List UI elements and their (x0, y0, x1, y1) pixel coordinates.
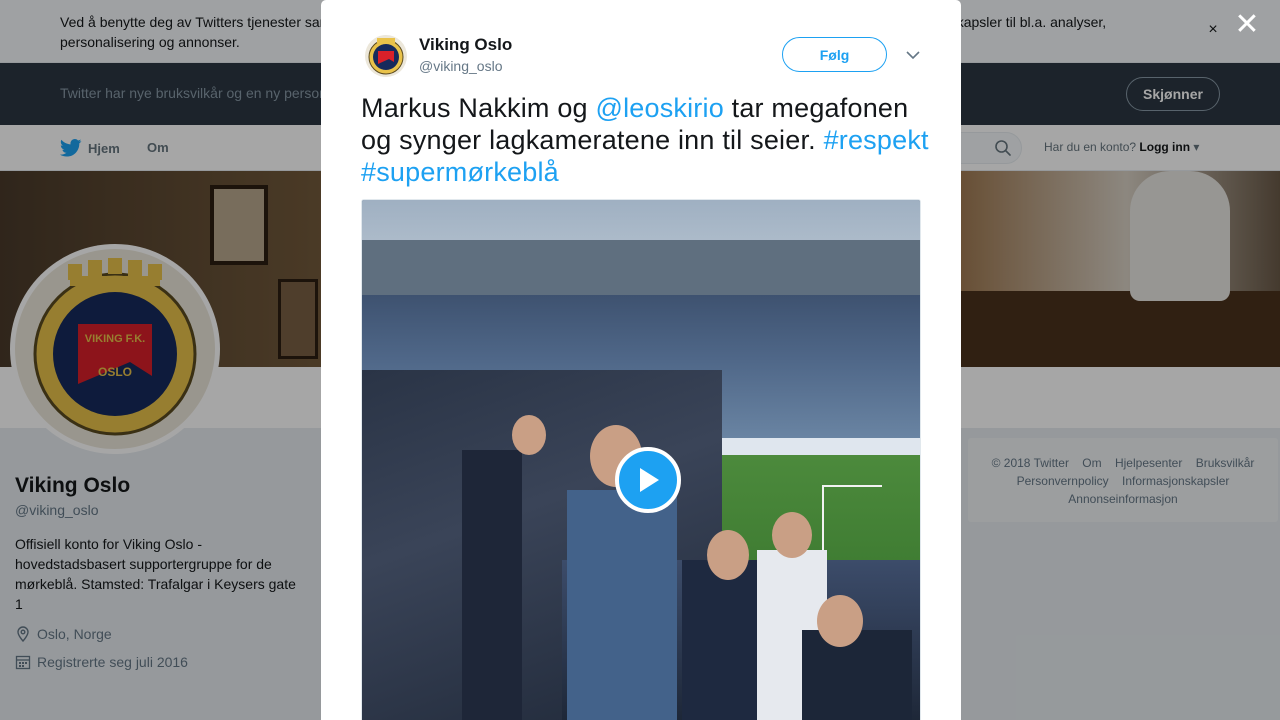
tweet-author-avatar[interactable] (365, 35, 407, 77)
play-icon (640, 468, 659, 492)
video-fan (802, 630, 912, 720)
club-logo-icon (368, 38, 404, 75)
tweet-text-part1: Markus Nakkim og (361, 93, 596, 123)
video-fan-head (772, 512, 812, 558)
tweet-author-handle[interactable]: @viking_oslo (419, 58, 502, 74)
tweet-author-name[interactable]: Viking Oslo (419, 35, 512, 55)
tweet-hashtag-link[interactable]: #respekt (824, 125, 929, 155)
video-roof (362, 240, 920, 300)
follow-button[interactable]: Følg (782, 37, 887, 72)
chevron-down-icon[interactable] (904, 46, 922, 64)
video-fan-head (817, 595, 863, 647)
video-fan-head (707, 530, 749, 580)
video-fan (462, 450, 522, 720)
tweet-text: Markus Nakkim og @leoskirio tar megafone… (361, 92, 931, 188)
close-icon[interactable]: ✕ (1234, 10, 1260, 40)
tweet-modal: Viking Oslo @viking_oslo Følg Markus Nak… (321, 0, 961, 720)
video-goal (822, 485, 882, 565)
tweet-video[interactable] (361, 199, 921, 720)
tweet-mention-link[interactable]: @leoskirio (595, 93, 723, 123)
video-fan (567, 490, 677, 720)
tweet-hashtag-link[interactable]: #supermørkeblå (361, 157, 559, 187)
play-button[interactable] (615, 447, 681, 513)
video-fan-head (512, 415, 546, 455)
